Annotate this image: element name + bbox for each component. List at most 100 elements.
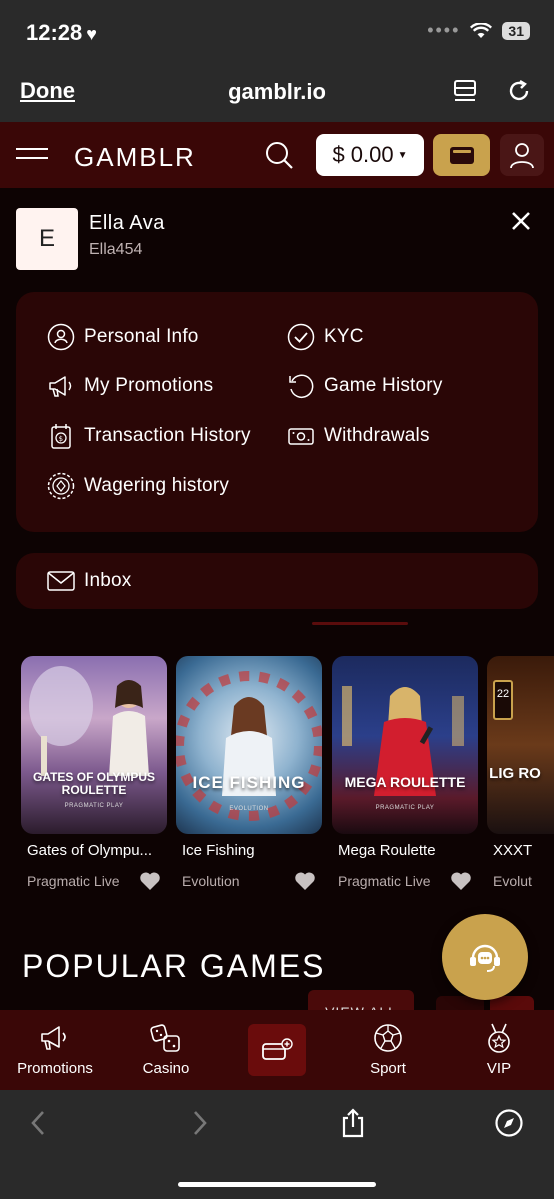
inbox-panel: Inbox xyxy=(16,553,538,609)
heart-icon: ♥ xyxy=(86,24,97,44)
nav-sport[interactable]: Sport xyxy=(338,1022,438,1077)
wallet-plus-icon xyxy=(262,1038,293,1060)
brand-logo[interactable]: GAMBLR xyxy=(74,142,196,173)
menu-hamburger-icon[interactable] xyxy=(16,148,48,164)
megaphone-icon xyxy=(41,1026,66,1050)
close-icon[interactable] xyxy=(510,210,532,232)
game-thumbnail-provider: PRAGMATIC PLAY xyxy=(375,805,435,811)
poker-chip-icon xyxy=(47,472,75,500)
menu-item-wagering-history[interactable]: Wagering history xyxy=(47,472,229,500)
wifi-icon xyxy=(470,22,493,38)
game-thumbnail-provider: PRAGMATIC PLAY xyxy=(64,803,124,809)
signal-icon: •••• xyxy=(427,20,461,40)
heart-icon[interactable] xyxy=(139,870,161,892)
forward-icon[interactable] xyxy=(184,1108,214,1138)
balance-dropdown[interactable]: $ 0.00 ▼ xyxy=(316,134,424,176)
game-name: Mega Roulette xyxy=(338,842,436,859)
nav-casino[interactable]: Casino xyxy=(116,1022,216,1077)
heart-icon[interactable] xyxy=(294,870,316,892)
history-icon xyxy=(289,374,314,398)
avatar: E xyxy=(16,208,78,270)
game-card[interactable]: MEGA ROULETTE PRAGMATIC PLAY Mega Roulet… xyxy=(332,656,478,892)
game-thumbnail-title: ICE FISHING xyxy=(192,773,306,792)
back-icon[interactable] xyxy=(24,1108,54,1138)
nav-label: Promotions xyxy=(17,1060,93,1077)
menu-item-label: Transaction History xyxy=(84,425,251,446)
game-name: Gates of Olympu... xyxy=(27,842,153,859)
share-icon[interactable] xyxy=(338,1108,368,1138)
user-handle: Ella454 xyxy=(89,241,143,258)
game-name: Ice Fishing xyxy=(182,842,255,859)
cash-icon xyxy=(288,428,314,445)
user-circle-icon xyxy=(47,323,75,351)
bottom-navigation: Promotions Casino Sport VIP xyxy=(0,1010,554,1090)
game-thumbnail[interactable]: 22 LIG RO xyxy=(487,656,554,834)
section-divider xyxy=(312,622,408,625)
reader-mode-icon[interactable] xyxy=(452,78,478,104)
envelope-icon xyxy=(47,571,75,591)
menu-item-kyc[interactable]: KYC xyxy=(287,323,364,351)
wallet-button[interactable] xyxy=(433,134,490,176)
game-card[interactable]: ICE FISHING EVOLUTION Ice Fishing Evolut… xyxy=(176,656,322,892)
menu-item-personal-info[interactable]: Personal Info xyxy=(47,323,199,351)
user-icon xyxy=(510,143,534,169)
menu-item-my-promotions[interactable]: My Promotions xyxy=(47,372,213,400)
nav-promotions[interactable]: Promotions xyxy=(5,1022,105,1077)
menu-item-label: Withdrawals xyxy=(324,425,430,446)
menu-item-label: Inbox xyxy=(84,570,132,591)
user-profile-header: E Ella Ava Ella454 xyxy=(16,208,536,272)
medal-icon xyxy=(488,1023,510,1053)
search-icon[interactable] xyxy=(264,140,294,170)
game-thumbnail-title: GATES OF OLYMPUS ROULETTE xyxy=(32,770,155,797)
dice-icon xyxy=(150,1024,180,1052)
menu-item-game-history[interactable]: Game History xyxy=(287,372,443,400)
nav-label: VIP xyxy=(486,1060,512,1077)
game-thumbnail-badge: 22 xyxy=(493,680,513,720)
wallet-icon xyxy=(449,147,474,164)
game-thumbnail-title: LIG RO xyxy=(489,765,541,782)
games-carousel: GATES OF OLYMPUS ROULETTE PRAGMATIC PLAY… xyxy=(0,656,554,896)
status-bar: 12:28 ♥ •••• 31 xyxy=(0,0,554,62)
section-title: POPULAR GAMES xyxy=(22,948,326,984)
headset-chat-icon xyxy=(470,944,500,972)
nav-label: Sport xyxy=(370,1060,406,1077)
calendar-dollar-icon: $ xyxy=(51,424,71,449)
menu-item-transaction-history[interactable]: $ Transaction History xyxy=(47,422,251,450)
game-name: XXXT xyxy=(493,842,533,859)
game-thumbnail-title: MEGA ROULETTE xyxy=(344,774,466,790)
check-circle-icon xyxy=(287,323,315,351)
nav-label: Casino xyxy=(142,1060,190,1077)
svg-text:$: $ xyxy=(59,435,64,443)
account-menu: Personal Info KYC My Promotions Game His… xyxy=(16,292,538,532)
game-provider: Evolut xyxy=(493,873,532,889)
game-thumbnail-provider: EVOLUTION xyxy=(229,806,269,812)
nav-wallet-deposit[interactable] xyxy=(248,1024,306,1076)
heart-icon[interactable] xyxy=(450,870,472,892)
battery-icon: 31 xyxy=(502,21,530,40)
menu-item-label: Wagering history xyxy=(84,475,230,496)
app-header: GAMBLR $ 0.00 ▼ xyxy=(0,122,554,188)
menu-item-label: Game History xyxy=(324,375,443,396)
chevron-down-icon: ▼ xyxy=(397,149,408,161)
game-thumbnail[interactable]: GATES OF OLYMPUS ROULETTE PRAGMATIC PLAY xyxy=(21,656,167,834)
nav-vip[interactable]: VIP xyxy=(449,1022,549,1077)
game-thumbnail[interactable]: MEGA ROULETTE PRAGMATIC PLAY xyxy=(332,656,478,834)
reload-icon[interactable] xyxy=(506,78,532,104)
game-thumbnail[interactable]: ICE FISHING EVOLUTION xyxy=(176,656,322,834)
menu-item-withdrawals[interactable]: Withdrawals xyxy=(287,422,430,450)
status-right: •••• 31 xyxy=(427,20,530,41)
menu-item-inbox[interactable]: Inbox xyxy=(47,567,131,595)
compass-icon[interactable] xyxy=(494,1108,524,1138)
profile-button[interactable] xyxy=(500,134,544,176)
megaphone-icon xyxy=(49,376,72,397)
game-card[interactable]: 22 LIG RO XXXT Evolut xyxy=(487,656,554,889)
game-card[interactable]: GATES OF OLYMPUS ROULETTE PRAGMATIC PLAY… xyxy=(21,656,167,892)
soccer-ball-icon xyxy=(374,1024,402,1052)
menu-item-label: Personal Info xyxy=(84,326,199,347)
balance-value: $ 0.00 xyxy=(332,142,394,167)
menu-item-label: KYC xyxy=(324,326,364,347)
status-time: 12:28 ♥ xyxy=(26,20,97,45)
browser-bottom-toolbar xyxy=(0,1090,554,1199)
home-indicator xyxy=(178,1182,376,1187)
live-support-button[interactable] xyxy=(442,914,528,1000)
